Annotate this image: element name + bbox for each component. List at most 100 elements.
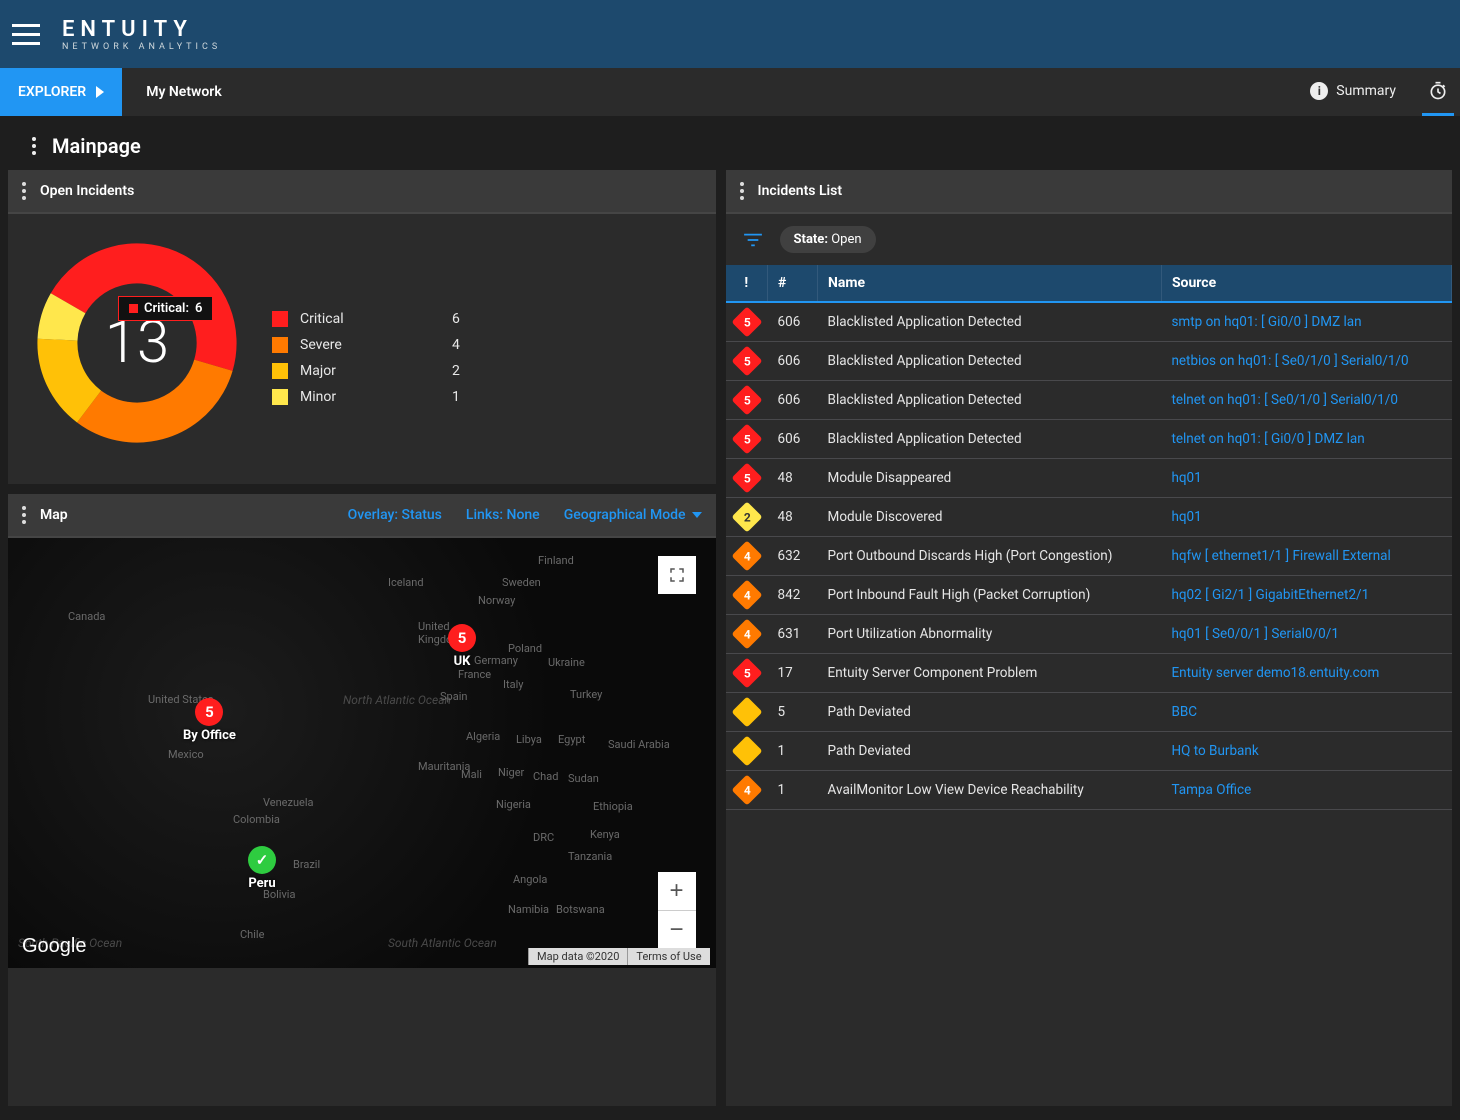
brand-name: ENTUITY (62, 17, 221, 42)
severity-badge-icon: 2 (731, 501, 762, 532)
legend-row[interactable]: Minor1 (272, 389, 692, 405)
severity-badge-icon: 4 (731, 579, 762, 610)
col-number[interactable]: # (768, 265, 818, 302)
cell-severity: 5 (726, 342, 768, 381)
table-row[interactable]: 5Path DeviatedBBC (726, 693, 1452, 732)
cell-name: Blacklisted Application Detected (818, 302, 1162, 342)
tab-summary[interactable]: i Summary (1304, 68, 1402, 116)
kebab-icon[interactable] (32, 137, 36, 155)
donut-chart[interactable]: 13 Critical: 6 (32, 238, 242, 448)
legend-value: 6 (452, 311, 460, 327)
state-filter-chip[interactable]: State: Open (780, 226, 876, 253)
cell-name: Module Disappeared (818, 459, 1162, 498)
legend-row[interactable]: Critical6 (272, 311, 692, 327)
cell-name: Port Outbound Discards High (Port Conges… (818, 537, 1162, 576)
clock-icon (1428, 81, 1448, 101)
table-row[interactable]: 4842Port Inbound Fault High (Packet Corr… (726, 576, 1452, 615)
source-link[interactable]: netbios on hq01: [ Se0/1/0 ] Serial0/1/0 (1171, 353, 1408, 369)
cell-severity: 4 (726, 771, 768, 810)
map-label: Norway (478, 594, 515, 607)
source-link[interactable]: smtp on hq01: [ Gi0/0 ] DMZ lan (1171, 314, 1361, 330)
donut-tooltip-value: 6 (195, 301, 202, 316)
source-link[interactable]: Entuity server demo18.entuity.com (1171, 665, 1379, 681)
map-links-control[interactable]: Links: None (466, 507, 540, 523)
map-pin-icon: 5 (195, 698, 223, 726)
cell-source: netbios on hq01: [ Se0/1/0 ] Serial0/1/0 (1161, 342, 1451, 381)
source-link[interactable]: BBC (1171, 704, 1197, 720)
map-zoom-in-button[interactable]: + (658, 872, 696, 910)
source-link[interactable]: Tampa Office (1171, 782, 1251, 798)
cell-name: Blacklisted Application Detected (818, 420, 1162, 459)
hamburger-menu-icon[interactable] (12, 18, 44, 50)
app-header: ENTUITY NETWORK ANALYTICS (0, 0, 1460, 68)
source-link[interactable]: hq01 (1171, 470, 1201, 486)
chevron-down-icon (692, 512, 702, 518)
map-marker-by-office[interactable]: 5 By Office (183, 698, 236, 743)
map-label-ocean: North Atlantic Ocean (343, 693, 451, 707)
map-terms-link[interactable]: Terms of Use (627, 948, 709, 965)
legend-label: Severe (300, 337, 440, 353)
legend-row[interactable]: Major2 (272, 363, 692, 379)
table-row[interactable]: 1Path DeviatedHQ to Burbank (726, 732, 1452, 771)
map-marker-peru[interactable]: ✓ Peru (248, 846, 276, 891)
cell-number: 5 (768, 693, 818, 732)
cell-severity: 5 (726, 420, 768, 459)
explorer-button[interactable]: EXPLORER (0, 68, 122, 116)
severity-badge-icon (731, 735, 762, 766)
brand-tagline: NETWORK ANALYTICS (62, 42, 221, 52)
map-overlay-control[interactable]: Overlay: Status (348, 507, 442, 523)
source-link[interactable]: telnet on hq01: [ Se0/1/0 ] Serial0/1/0 (1171, 392, 1397, 408)
col-severity[interactable]: ! (726, 265, 768, 302)
cell-name: Module Discovered (818, 498, 1162, 537)
cell-source: telnet on hq01: [ Gi0/0 ] DMZ lan (1161, 420, 1451, 459)
col-source[interactable]: Source (1161, 265, 1451, 302)
cell-number: 48 (768, 459, 818, 498)
source-link[interactable]: telnet on hq01: [ Gi0/0 ] DMZ lan (1171, 431, 1364, 447)
breadcrumb[interactable]: My Network (146, 84, 222, 100)
kebab-icon[interactable] (22, 182, 26, 200)
table-row[interactable]: 5606Blacklisted Application Detectednetb… (726, 342, 1452, 381)
state-label: State: (794, 232, 828, 247)
cell-number: 632 (768, 537, 818, 576)
source-link[interactable]: hq01 (1171, 509, 1201, 525)
source-link[interactable]: HQ to Burbank (1171, 743, 1258, 759)
map-marker-uk[interactable]: 5 UK (448, 624, 476, 669)
map-mode-label: Geographical Mode (564, 507, 686, 523)
cell-number: 606 (768, 302, 818, 342)
cell-name: Blacklisted Application Detected (818, 342, 1162, 381)
source-link[interactable]: hq02 [ Gi2/1 ] GigabitEthernet2/1 (1171, 587, 1369, 603)
table-row[interactable]: 5606Blacklisted Application Detectedsmtp… (726, 302, 1452, 342)
page-title-bar: Mainpage (0, 116, 1460, 170)
source-link[interactable]: hq01 [ Se0/0/1 ] Serial0/0/1 (1171, 626, 1338, 642)
chevron-right-icon (96, 86, 104, 98)
tab-clock[interactable] (1422, 68, 1454, 116)
source-link[interactable]: hqfw [ ethernet1/1 ] Firewall External (1171, 548, 1390, 564)
map-fullscreen-button[interactable] (658, 556, 696, 594)
table-row[interactable]: 41AvailMonitor Low View Device Reachabil… (726, 771, 1452, 810)
table-row[interactable]: 4631Port Utilization Abnormalityhq01 [ S… (726, 615, 1452, 654)
col-name[interactable]: Name (818, 265, 1162, 302)
cell-source: smtp on hq01: [ Gi0/0 ] DMZ lan (1161, 302, 1451, 342)
table-row[interactable]: 548Module Disappearedhq01 (726, 459, 1452, 498)
severity-badge-icon: 5 (731, 345, 762, 376)
map-zoom-out-button[interactable]: − (658, 910, 696, 948)
map-label: Namibia (508, 903, 549, 916)
map-canvas-container[interactable]: North Atlantic Ocean South Atlantic Ocea… (8, 538, 716, 968)
map-label: Germany (474, 654, 518, 667)
table-row[interactable]: 5606Blacklisted Application Detectedteln… (726, 381, 1452, 420)
info-icon: i (1310, 82, 1328, 100)
table-row[interactable]: 4632Port Outbound Discards High (Port Co… (726, 537, 1452, 576)
table-row[interactable]: 248Module Discovered hq01 (726, 498, 1452, 537)
filter-icon[interactable] (742, 232, 764, 248)
map-label: Chad (533, 770, 558, 783)
kebab-icon[interactable] (740, 182, 744, 200)
cell-number: 48 (768, 498, 818, 537)
map-label: Algeria (466, 730, 500, 743)
map-mode-control[interactable]: Geographical Mode (564, 507, 702, 523)
map-label: France (458, 668, 491, 681)
table-row[interactable]: 5606Blacklisted Application Detectedteln… (726, 420, 1452, 459)
incidents-filter-bar: State: Open (726, 214, 1452, 265)
kebab-icon[interactable] (22, 506, 26, 524)
table-row[interactable]: 517Entuity Server Component ProblemEntui… (726, 654, 1452, 693)
legend-row[interactable]: Severe4 (272, 337, 692, 353)
